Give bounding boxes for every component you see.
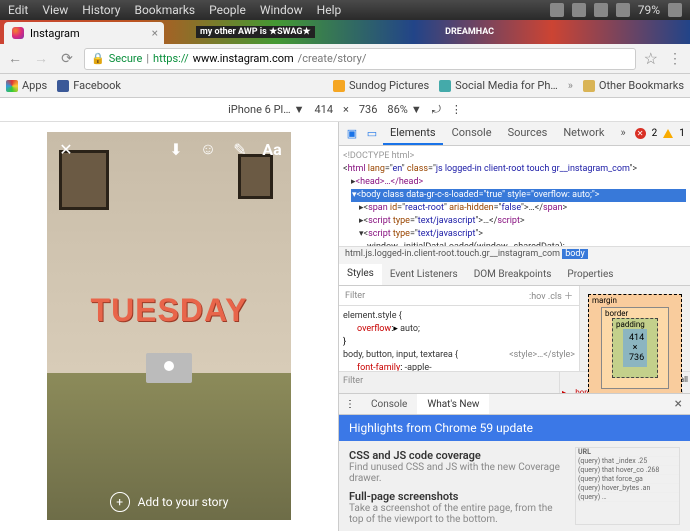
chevron-down-icon: ▼ <box>411 103 422 116</box>
chrome-tab-strip: my other AWP is ★SWAG★ DREAMHAC Instagra… <box>0 20 690 44</box>
device-toolbar: iPhone 6 Pl…▼ 414 × 736 86%▼ ⤾ ⋮ <box>0 98 690 122</box>
error-icon[interactable]: ✕ <box>635 128 646 139</box>
tab-console[interactable]: Console <box>445 122 499 145</box>
zoom-selector[interactable]: 86%▼ <box>387 103 421 116</box>
menu-bookmarks[interactable]: Bookmarks <box>134 3 195 17</box>
lock-icon: 🔒 <box>91 52 105 65</box>
battery-label: 79% <box>638 3 660 17</box>
drawer-close-icon[interactable]: × <box>675 396 682 412</box>
add-icon: + <box>110 492 130 512</box>
text-icon[interactable]: Aa <box>263 140 281 158</box>
menu-window[interactable]: Window <box>260 3 303 17</box>
laptop-graphic <box>146 353 192 383</box>
subtab-event-listeners[interactable]: Event Listeners <box>382 264 466 285</box>
chrome-menu-icon[interactable]: ⋮ <box>666 50 684 68</box>
box-model[interactable]: margin border padding 414 × 736 <box>580 286 690 371</box>
tabs-overflow[interactable]: » <box>613 122 632 145</box>
styles-filter-input[interactable]: Filter <box>345 291 365 301</box>
styles-pane[interactable]: Filter :hov .cls ＋ element.style { overf… <box>339 286 580 371</box>
coverage-preview-table: URL (query) that _index .25 (query) that… <box>575 447 680 525</box>
drawer-tab-console[interactable]: Console <box>361 394 417 414</box>
chevron-down-icon: ▼ <box>294 103 305 116</box>
bookmark-facebook[interactable]: Facebook <box>57 79 121 92</box>
device-width[interactable]: 414 <box>314 103 333 116</box>
warning-count: 1 <box>679 128 685 139</box>
device-height[interactable]: 736 <box>359 103 378 116</box>
page-viewport: ✕ ⬇ ☺ ✎ Aa TUESDAY + Add to your story <box>0 122 338 531</box>
sundog-icon <box>333 80 345 92</box>
sticker-icon[interactable]: ☺ <box>199 140 217 158</box>
computed-filter-input[interactable]: Filter <box>343 376 363 386</box>
dropbox-icon[interactable] <box>594 3 608 17</box>
reload-button[interactable]: ⟳ <box>58 50 76 68</box>
folder-icon <box>583 80 595 92</box>
bookmark-star-icon[interactable]: ☆ <box>644 49 658 68</box>
close-icon[interactable]: ✕ <box>57 140 75 158</box>
draw-icon[interactable]: ✎ <box>231 140 249 158</box>
menu-people[interactable]: People <box>209 3 246 17</box>
inspect-icon[interactable]: ▣ <box>343 125 361 143</box>
browser-tab[interactable]: Instagram × <box>4 22 164 44</box>
battery-icon[interactable] <box>668 3 682 17</box>
back-button[interactable]: ← <box>6 50 24 68</box>
facebook-icon <box>57 80 69 92</box>
devtools-panel: ▣ ▭ Elements Console Sources Network » ✕… <box>338 122 690 531</box>
whatsnew-body: CSS and JS code coverage Find unused CSS… <box>339 441 690 531</box>
tab-elements[interactable]: Elements <box>383 122 443 145</box>
address-bar[interactable]: 🔒 Secure | https://www.instagram.com/cre… <box>84 48 636 70</box>
new-rule-icon[interactable]: ＋ <box>564 292 573 302</box>
tray-icon[interactable] <box>572 3 586 17</box>
chrome-toolbar: ← → ⟳ 🔒 Secure | https://www.instagram.c… <box>0 44 690 74</box>
other-bookmarks[interactable]: Other Bookmarks <box>583 79 684 92</box>
dom-breadcrumb[interactable]: html.js.logged-in.client-root.touch.gr__… <box>339 246 690 264</box>
wifi-icon[interactable] <box>616 3 630 17</box>
menu-edit[interactable]: Edit <box>8 3 28 17</box>
apps-icon <box>6 80 18 92</box>
tray-icon[interactable] <box>550 3 564 17</box>
menu-help[interactable]: Help <box>317 3 342 17</box>
secure-label: Secure <box>109 52 143 65</box>
close-tab-icon[interactable]: × <box>152 26 158 40</box>
social-icon <box>439 80 451 92</box>
dom-tree[interactable]: <!DOCTYPE html> <html lang="en" class="j… <box>339 146 690 246</box>
instagram-icon <box>12 27 24 39</box>
whatsnew-headline: Highlights from Chrome 59 update <box>339 415 690 441</box>
download-icon[interactable]: ⬇ <box>167 140 185 158</box>
tab-title: Instagram <box>30 27 80 40</box>
more-icon[interactable]: ⋮ <box>451 103 462 116</box>
device-mode-icon[interactable]: ▭ <box>363 125 381 143</box>
apps-button[interactable]: Apps <box>6 79 47 92</box>
tab-network[interactable]: Network <box>556 122 611 145</box>
menu-view[interactable]: View <box>42 3 68 17</box>
bookmark-sundog[interactable]: Sundog Pictures <box>333 79 429 92</box>
forward-button: → <box>32 50 50 68</box>
cls-toggle[interactable]: .cls <box>548 292 562 302</box>
hov-toggle[interactable]: :hov <box>529 292 546 302</box>
error-count: 2 <box>652 128 658 139</box>
subtab-styles[interactable]: Styles <box>339 264 382 285</box>
subtab-properties[interactable]: Properties <box>559 264 621 285</box>
drawer-tab-whatsnew[interactable]: What's New <box>417 394 489 414</box>
subtab-dom-breakpoints[interactable]: DOM Breakpoints <box>466 264 560 285</box>
warning-icon[interactable] <box>663 129 673 138</box>
rotate-icon[interactable]: ⤾ <box>432 103 441 117</box>
story-text-overlay[interactable]: TUESDAY <box>47 292 291 329</box>
bookmarks-bar: Apps Facebook Sundog Pictures Social Med… <box>0 74 690 98</box>
drawer-menu-icon[interactable]: ⋮ <box>339 399 361 410</box>
story-editor: ✕ ⬇ ☺ ✎ Aa TUESDAY + Add to your story <box>47 132 291 520</box>
bookmark-social[interactable]: Social Media for Ph… <box>439 79 558 92</box>
mac-menu-bar: Edit View History Bookmarks People Windo… <box>0 0 690 20</box>
device-selector[interactable]: iPhone 6 Pl…▼ <box>228 103 304 116</box>
add-to-story-button[interactable]: + Add to your story <box>47 492 291 512</box>
tab-sources[interactable]: Sources <box>501 122 555 145</box>
menu-history[interactable]: History <box>82 3 120 17</box>
